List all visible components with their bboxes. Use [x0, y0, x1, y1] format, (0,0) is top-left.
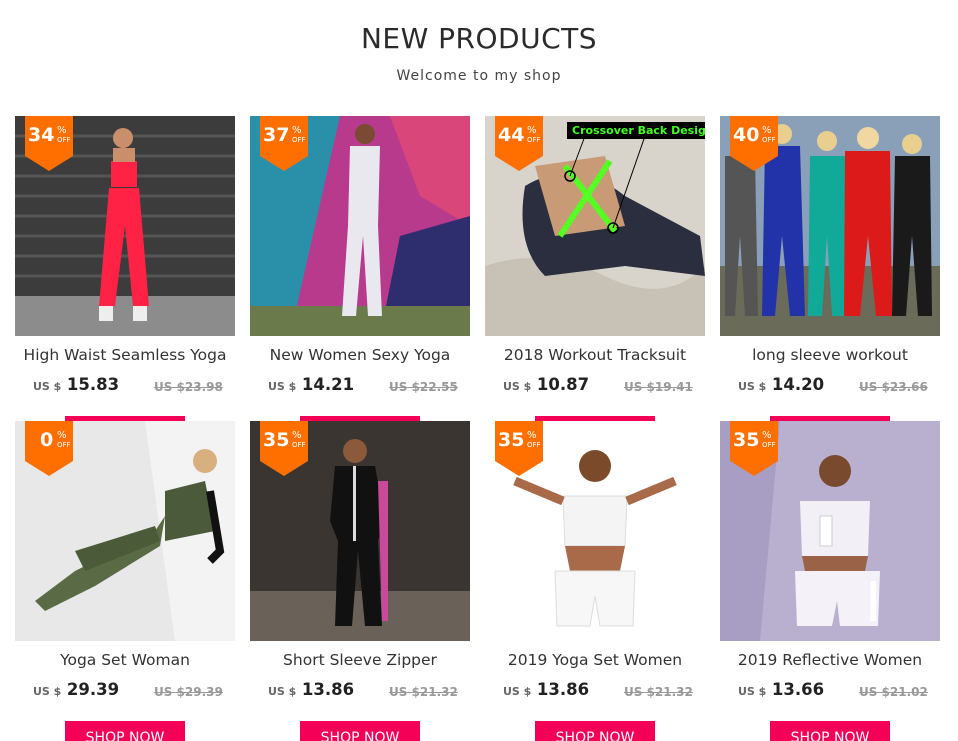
shop-now-button[interactable]: SHOP NOW [535, 721, 655, 741]
product-name[interactable]: 2019 Reflective Women [720, 651, 940, 669]
shop-now-button[interactable]: SHOP NOW [300, 721, 420, 741]
discount-badge: 35 % OFF [730, 421, 778, 476]
product-price: US $ 13.86 [503, 680, 590, 699]
product-price: US $ 29.39 [33, 680, 120, 699]
shop-now-button[interactable]: SHOP NOW [65, 721, 185, 741]
product-name[interactable]: 2018 Workout Tracksuit [485, 346, 705, 364]
product-name[interactable]: New Women Sexy Yoga [250, 346, 470, 364]
image-callout: Crossover Back Design [567, 122, 705, 139]
discount-badge: 37 % OFF [260, 116, 308, 171]
original-price: US $23.98 [154, 380, 223, 394]
discount-badge: 35 % OFF [495, 421, 543, 476]
discount-badge: 0 % OFF [25, 421, 73, 476]
product-price: US $ 15.83 [33, 375, 120, 394]
product-name[interactable]: Short Sleeve Zipper [250, 651, 470, 669]
page-subtitle: Welcome to my shop [396, 68, 562, 84]
product-price: US $ 13.86 [268, 680, 355, 699]
product-price: US $ 14.20 [738, 375, 825, 394]
discount-badge: 35 % OFF [260, 421, 308, 476]
original-price: US $23.66 [859, 380, 928, 394]
product-price: US $ 14.21 [268, 375, 355, 394]
product-name[interactable]: 2019 Yoga Set Women [485, 651, 705, 669]
page-title: NEW PRODUCTS [360, 22, 598, 55]
original-price: US $22.55 [389, 380, 458, 394]
discount-badge: 34 % OFF [25, 116, 73, 171]
discount-badge: 40 % OFF [730, 116, 778, 171]
original-price: US $21.02 [859, 685, 928, 699]
original-price: US $21.32 [389, 685, 458, 699]
original-price: US $21.32 [624, 685, 693, 699]
product-price: US $ 13.66 [738, 680, 825, 699]
original-price: US $19.41 [624, 380, 693, 394]
discount-badge: 44 % OFF [495, 116, 543, 171]
product-price: US $ 10.87 [503, 375, 590, 394]
original-price: US $29.39 [154, 685, 223, 699]
shop-now-button[interactable]: SHOP NOW [770, 721, 890, 741]
product-name[interactable]: Yoga Set Woman [15, 651, 235, 669]
product-name[interactable]: High Waist Seamless Yoga [15, 346, 235, 364]
product-name[interactable]: long sleeve workout [720, 346, 940, 364]
